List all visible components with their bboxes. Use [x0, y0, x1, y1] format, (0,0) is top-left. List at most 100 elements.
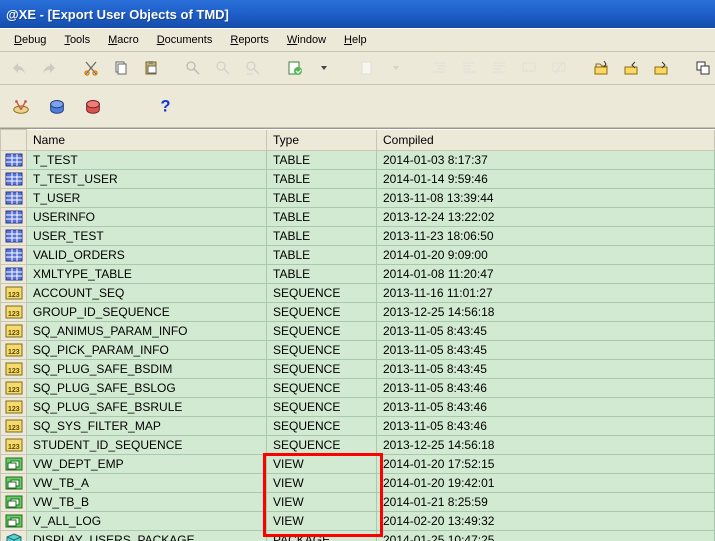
cell-name[interactable]: SQ_PLUG_SAFE_BSLOG	[27, 378, 267, 397]
cell-type[interactable]: SEQUENCE	[267, 359, 377, 378]
menu-documents[interactable]: Documents	[149, 32, 221, 48]
uncomment-button[interactable]	[546, 55, 572, 81]
dropdown-2[interactable]	[384, 55, 410, 81]
cell-type[interactable]: TABLE	[267, 264, 377, 283]
cell-name[interactable]: ACCOUNT_SEQ	[27, 283, 267, 302]
table-row[interactable]: VW_TB_BVIEW2014-01-21 8:25:59	[1, 492, 715, 511]
cell-compiled[interactable]: 2013-11-16 11:01:27	[377, 283, 715, 302]
cell-name[interactable]: VALID_ORDERS	[27, 245, 267, 264]
menu-help[interactable]: Help	[336, 32, 375, 48]
table-row[interactable]: V_ALL_LOGVIEW2014-02-20 13:49:32	[1, 511, 715, 530]
table-row[interactable]: STUDENT_ID_SEQUENCESEQUENCE2013-12-25 14…	[1, 435, 715, 454]
table-row[interactable]: DISPLAY_USERS_PACKAGEPACKAGE2014-01-25 1…	[1, 530, 715, 541]
cell-name[interactable]: SQ_ANIMUS_PARAM_INFO	[27, 321, 267, 340]
cell-type[interactable]: VIEW	[267, 473, 377, 492]
session-1-button[interactable]	[588, 55, 614, 81]
cell-compiled[interactable]: 2014-01-08 11:20:47	[377, 264, 715, 283]
table-row[interactable]: USERINFOTABLE2013-12-24 13:22:02	[1, 207, 715, 226]
table-row[interactable]: T_TESTTABLE2014-01-03 8:17:37	[1, 150, 715, 169]
disk-red-icon[interactable]	[82, 95, 104, 117]
execute-button[interactable]	[282, 55, 308, 81]
cell-name[interactable]: GROUP_ID_SEQUENCE	[27, 302, 267, 321]
cell-type[interactable]: SEQUENCE	[267, 283, 377, 302]
cell-compiled[interactable]: 2013-12-25 14:56:18	[377, 302, 715, 321]
cell-compiled[interactable]: 2013-12-24 13:22:02	[377, 207, 715, 226]
copy-button[interactable]	[108, 55, 134, 81]
cell-type[interactable]: SEQUENCE	[267, 416, 377, 435]
cut-button[interactable]	[78, 55, 104, 81]
table-row[interactable]: SQ_PLUG_SAFE_BSRULESEQUENCE2013-11-05 8:…	[1, 397, 715, 416]
align-left-button[interactable]	[486, 55, 512, 81]
cell-name[interactable]: DISPLAY_USERS_PACKAGE	[27, 530, 267, 541]
cell-name[interactable]: SQ_SYS_FILTER_MAP	[27, 416, 267, 435]
cell-name[interactable]: USERINFO	[27, 207, 267, 226]
help-icon[interactable]: ?	[154, 95, 176, 117]
redo-button[interactable]	[36, 55, 62, 81]
cell-compiled[interactable]: 2013-12-25 14:56:18	[377, 435, 715, 454]
cell-name[interactable]: V_ALL_LOG	[27, 511, 267, 530]
col-header-name[interactable]: Name	[27, 130, 267, 151]
col-header-type[interactable]: Type	[267, 130, 377, 151]
cell-compiled[interactable]: 2014-01-14 9:59:46	[377, 169, 715, 188]
cell-type[interactable]: VIEW	[267, 454, 377, 473]
cell-type[interactable]: TABLE	[267, 245, 377, 264]
replace-button[interactable]	[240, 55, 266, 81]
cell-compiled[interactable]: 2013-11-23 18:06:50	[377, 226, 715, 245]
cell-compiled[interactable]: 2014-01-20 9:09:00	[377, 245, 715, 264]
execute-dropdown[interactable]	[312, 55, 338, 81]
col-header-compiled[interactable]: Compiled	[377, 130, 715, 151]
cell-compiled[interactable]: 2013-11-05 8:43:45	[377, 321, 715, 340]
session-2-button[interactable]	[618, 55, 644, 81]
cell-type[interactable]: TABLE	[267, 169, 377, 188]
cell-compiled[interactable]: 2013-11-05 8:43:45	[377, 359, 715, 378]
cell-type[interactable]: SEQUENCE	[267, 340, 377, 359]
menu-reports[interactable]: Reports	[222, 32, 277, 48]
table-row[interactable]: USER_TESTTABLE2013-11-23 18:06:50	[1, 226, 715, 245]
menu-macro[interactable]: Macro	[100, 32, 147, 48]
table-row[interactable]: XMLTYPE_TABLETABLE2014-01-08 11:20:47	[1, 264, 715, 283]
cell-name[interactable]: T_TEST_USER	[27, 169, 267, 188]
object-grid-wrap[interactable]: Name Type Compiled T_TESTTABLE2014-01-03…	[0, 128, 715, 541]
menu-debug[interactable]: Debug	[6, 32, 54, 48]
drum-icon[interactable]	[10, 95, 32, 117]
find-next-button[interactable]	[210, 55, 236, 81]
table-row[interactable]: T_USERTABLE2013-11-08 13:39:44	[1, 188, 715, 207]
menu-tools[interactable]: Tools	[56, 32, 98, 48]
cell-name[interactable]: SQ_PLUG_SAFE_BSDIM	[27, 359, 267, 378]
session-3-button[interactable]	[648, 55, 674, 81]
indent-button[interactable]	[426, 55, 452, 81]
object-grid[interactable]: Name Type Compiled T_TESTTABLE2014-01-03…	[0, 129, 715, 541]
cell-type[interactable]: TABLE	[267, 226, 377, 245]
cell-compiled[interactable]: 2014-01-20 17:52:15	[377, 454, 715, 473]
new-page-button[interactable]	[354, 55, 380, 81]
table-row[interactable]: VALID_ORDERSTABLE2014-01-20 9:09:00	[1, 245, 715, 264]
cell-compiled[interactable]: 2013-11-05 8:43:46	[377, 397, 715, 416]
cell-compiled[interactable]: 2014-01-25 10:47:25	[377, 530, 715, 541]
cell-name[interactable]: SQ_PICK_PARAM_INFO	[27, 340, 267, 359]
undo-button[interactable]	[6, 55, 32, 81]
cascade-windows-button[interactable]	[690, 55, 715, 81]
table-row[interactable]: VW_DEPT_EMPVIEW2014-01-20 17:52:15	[1, 454, 715, 473]
table-row[interactable]: SQ_ANIMUS_PARAM_INFOSEQUENCE2013-11-05 8…	[1, 321, 715, 340]
cell-compiled[interactable]: 2014-01-03 8:17:37	[377, 150, 715, 169]
menubar[interactable]: DebugToolsMacroDocumentsReportsWindowHel…	[0, 28, 715, 52]
cell-name[interactable]: STUDENT_ID_SEQUENCE	[27, 435, 267, 454]
cell-type[interactable]: TABLE	[267, 188, 377, 207]
cell-name[interactable]: XMLTYPE_TABLE	[27, 264, 267, 283]
table-row[interactable]: T_TEST_USERTABLE2014-01-14 9:59:46	[1, 169, 715, 188]
find-button[interactable]	[180, 55, 206, 81]
cell-compiled[interactable]: 2013-11-05 8:43:46	[377, 378, 715, 397]
cell-name[interactable]: VW_TB_B	[27, 492, 267, 511]
table-row[interactable]: ACCOUNT_SEQSEQUENCE2013-11-16 11:01:27	[1, 283, 715, 302]
cell-compiled[interactable]: 2013-11-08 13:39:44	[377, 188, 715, 207]
cell-name[interactable]: USER_TEST	[27, 226, 267, 245]
cell-compiled[interactable]: 2014-01-20 19:42:01	[377, 473, 715, 492]
col-header-icon[interactable]	[1, 130, 27, 151]
cell-type[interactable]: VIEW	[267, 511, 377, 530]
table-row[interactable]: SQ_SYS_FILTER_MAPSEQUENCE2013-11-05 8:43…	[1, 416, 715, 435]
cell-type[interactable]: PACKAGE	[267, 530, 377, 541]
cell-type[interactable]: SEQUENCE	[267, 321, 377, 340]
table-row[interactable]: VW_TB_AVIEW2014-01-20 19:42:01	[1, 473, 715, 492]
cell-name[interactable]: VW_TB_A	[27, 473, 267, 492]
cell-type[interactable]: VIEW	[267, 492, 377, 511]
